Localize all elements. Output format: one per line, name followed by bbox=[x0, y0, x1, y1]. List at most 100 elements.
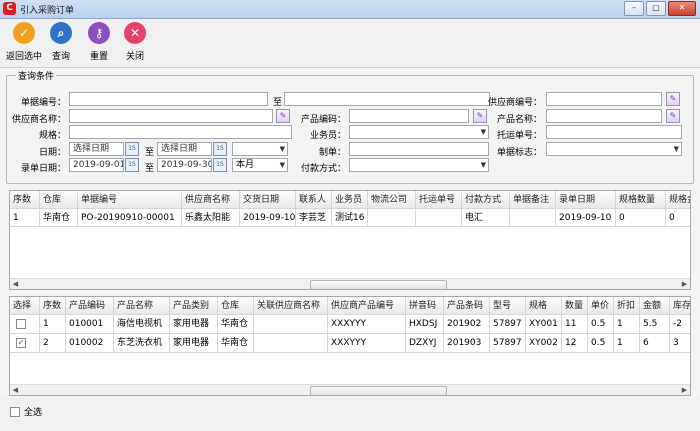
entry-date-to-input[interactable]: 2019-09-30 bbox=[157, 158, 212, 172]
table-cell: XY002 bbox=[526, 334, 562, 353]
column-header[interactable]: 单据编号 bbox=[78, 191, 182, 209]
reset-button[interactable]: ⚷ 重置 bbox=[79, 22, 119, 62]
scroll-left-icon[interactable]: ◀ bbox=[10, 279, 21, 289]
table-cell bbox=[254, 315, 328, 334]
table-cell: 华南仓 bbox=[218, 315, 254, 334]
column-header[interactable]: 型号 bbox=[490, 297, 526, 315]
column-header[interactable]: 规格金 bbox=[666, 191, 690, 209]
doc-flag-chevron-down-icon: ▼ bbox=[673, 145, 679, 153]
spec-input[interactable] bbox=[69, 125, 292, 139]
table-cell: 2019-09-10 bbox=[556, 209, 616, 227]
column-header[interactable]: 托运单号 bbox=[416, 191, 462, 209]
column-header[interactable]: 业务员 bbox=[332, 191, 368, 209]
supplier-name-picker-icon[interactable]: ✎ bbox=[276, 109, 290, 123]
window-close-icon[interactable]: ✕ bbox=[668, 1, 696, 16]
entry-date-from-input[interactable]: 2019-09-01 bbox=[69, 158, 124, 172]
column-header[interactable]: 供应商产品编号 bbox=[328, 297, 406, 315]
column-header[interactable]: 规格 bbox=[526, 297, 562, 315]
window-title: 引入采购订单 bbox=[20, 6, 75, 16]
select-all-checkbox[interactable] bbox=[10, 406, 20, 417]
table-cell: PO-20190910-00001 bbox=[78, 209, 182, 227]
table-cell: 测试16 bbox=[332, 209, 368, 227]
row-checkbox[interactable] bbox=[16, 319, 26, 329]
title-bar: C 引入采购订单 – □ ✕ bbox=[0, 0, 700, 19]
column-header[interactable]: 录单日期 bbox=[556, 191, 616, 209]
date-from-calendar-icon[interactable]: 15 bbox=[125, 142, 139, 156]
column-header[interactable]: 产品条码 bbox=[444, 297, 490, 315]
entry-date-to-calendar-icon[interactable]: 15 bbox=[213, 158, 227, 172]
supplier-no-input[interactable] bbox=[546, 92, 662, 106]
column-header[interactable]: 仓库 bbox=[40, 191, 78, 209]
minimize-icon[interactable]: – bbox=[624, 1, 644, 16]
row-checkbox[interactable]: ✓ bbox=[16, 338, 26, 348]
search-label: 查询 bbox=[51, 52, 70, 62]
column-header[interactable]: 产品类别 bbox=[170, 297, 218, 315]
column-header[interactable]: 序数 bbox=[40, 297, 66, 315]
column-header[interactable]: 付款方式 bbox=[462, 191, 510, 209]
column-header[interactable]: 联系人 bbox=[296, 191, 332, 209]
entry-date-from-calendar-icon[interactable]: 15 bbox=[125, 158, 139, 172]
column-header[interactable]: 选择 bbox=[10, 297, 40, 315]
payment-chevron-down-icon: ▼ bbox=[480, 161, 486, 169]
date-label: 日期： bbox=[38, 148, 66, 158]
search-button[interactable]: ⌕ 查询 bbox=[41, 22, 81, 62]
column-header[interactable]: 物流公司 bbox=[368, 191, 416, 209]
maker-input[interactable] bbox=[349, 142, 489, 156]
app-logo-icon: C bbox=[3, 2, 16, 15]
entry-period-select[interactable]: 本月 ▼ bbox=[232, 158, 288, 172]
table-cell: 家用电器 bbox=[170, 315, 218, 334]
items-scroll-thumb[interactable] bbox=[310, 386, 447, 395]
date-to-input[interactable]: 选择日期 bbox=[157, 142, 212, 156]
scroll-left-icon[interactable]: ◀ bbox=[10, 385, 21, 395]
salesman-select[interactable]: ▼ bbox=[349, 125, 489, 139]
column-header[interactable]: 交货日期 bbox=[240, 191, 296, 209]
table-cell: -2 bbox=[670, 315, 690, 334]
return-selected-button[interactable]: ✓ 返回选中 bbox=[4, 22, 44, 62]
table-cell: 6 bbox=[640, 334, 670, 353]
order-no-from-input[interactable] bbox=[69, 92, 268, 106]
maximize-icon[interactable]: □ bbox=[646, 1, 666, 16]
column-header[interactable]: 拼音码 bbox=[406, 297, 444, 315]
column-header[interactable]: 序数 bbox=[10, 191, 40, 209]
supplier-name-input[interactable] bbox=[69, 109, 273, 123]
column-header[interactable]: 关联供应商名称 bbox=[254, 297, 328, 315]
select-all-toggle[interactable]: 全选 bbox=[10, 405, 42, 418]
tracking-no-input[interactable] bbox=[546, 125, 682, 139]
payment-select[interactable]: ▼ bbox=[349, 158, 489, 172]
scroll-right-icon[interactable]: ▶ bbox=[679, 385, 690, 395]
column-header[interactable]: 供应商名称 bbox=[182, 191, 240, 209]
select-cell[interactable]: ✓ bbox=[10, 334, 40, 353]
column-header[interactable]: 金额 bbox=[640, 297, 670, 315]
date-from-input[interactable]: 选择日期 bbox=[69, 142, 124, 156]
column-header[interactable]: 单据备注 bbox=[510, 191, 556, 209]
date-to-calendar-icon[interactable]: 15 bbox=[213, 142, 227, 156]
product-code-input[interactable] bbox=[349, 109, 469, 123]
payment-label: 付款方式： bbox=[300, 164, 346, 174]
date-period-select[interactable]: ▼ bbox=[232, 142, 288, 156]
column-header[interactable]: 产品编码 bbox=[66, 297, 114, 315]
column-header[interactable]: 产品名称 bbox=[114, 297, 170, 315]
doc-flag-select[interactable]: ▼ bbox=[546, 142, 682, 156]
column-header[interactable]: 折扣 bbox=[614, 297, 640, 315]
product-code-picker-icon[interactable]: ✎ bbox=[473, 109, 487, 123]
salesman-chevron-down-icon: ▼ bbox=[480, 128, 486, 136]
column-header[interactable]: 仓库 bbox=[218, 297, 254, 315]
entry-period-chevron-down-icon: ▼ bbox=[279, 161, 285, 169]
product-name-picker-icon[interactable]: ✎ bbox=[666, 109, 680, 123]
scroll-right-icon[interactable]: ▶ bbox=[679, 279, 690, 289]
table-cell: 3 bbox=[670, 334, 690, 353]
close-button[interactable]: ✕ 关闭 bbox=[115, 22, 155, 62]
orders-hscrollbar[interactable]: ◀ ▶ bbox=[10, 278, 690, 289]
order-no-to-input[interactable] bbox=[284, 92, 490, 106]
column-header[interactable]: 库存数 bbox=[670, 297, 690, 315]
select-all-label: 全选 bbox=[24, 408, 43, 418]
items-hscrollbar[interactable]: ◀ ▶ bbox=[10, 384, 690, 395]
product-name-input[interactable] bbox=[546, 109, 662, 123]
column-header[interactable]: 单价 bbox=[588, 297, 614, 315]
column-header[interactable]: 数量 bbox=[562, 297, 588, 315]
orders-scroll-thumb[interactable] bbox=[310, 280, 447, 289]
supplier-no-picker-icon[interactable]: ✎ bbox=[666, 92, 680, 106]
column-header[interactable]: 规格数量 bbox=[616, 191, 666, 209]
select-cell[interactable] bbox=[10, 315, 40, 334]
spec-label: 规格： bbox=[38, 131, 66, 141]
